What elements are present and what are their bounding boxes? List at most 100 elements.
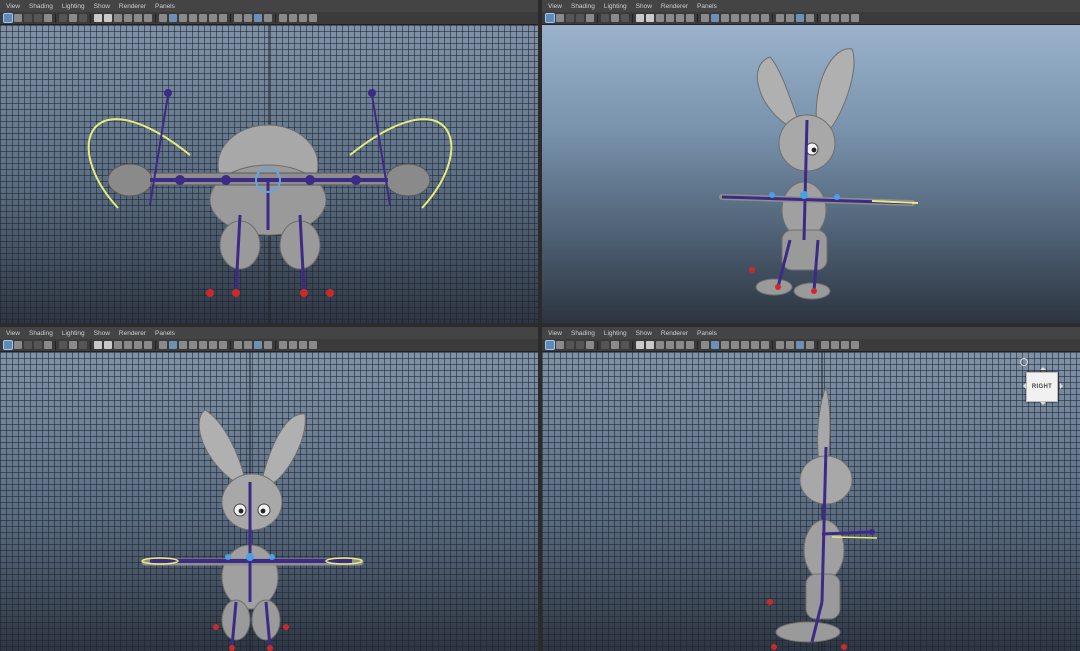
- resolution-gate-icon[interactable]: [646, 341, 654, 349]
- menu-renderer[interactable]: Renderer: [661, 3, 688, 10]
- menu-shading[interactable]: Shading: [29, 3, 53, 10]
- shadows-icon[interactable]: [761, 341, 769, 349]
- film-gate-icon[interactable]: [636, 14, 644, 22]
- 2d-pan-zoom-icon[interactable]: [59, 341, 67, 349]
- film-gate-icon[interactable]: [636, 341, 644, 349]
- multisample-aa-icon[interactable]: [796, 341, 804, 349]
- safe-action-icon[interactable]: [676, 14, 684, 22]
- use-all-lights-icon[interactable]: [751, 341, 759, 349]
- gate-mask-icon[interactable]: [656, 341, 664, 349]
- xray-joints-icon[interactable]: [299, 14, 307, 22]
- menu-renderer[interactable]: Renderer: [661, 330, 688, 337]
- wireframe-icon[interactable]: [701, 14, 709, 22]
- use-all-lights-icon[interactable]: [751, 14, 759, 22]
- safe-title-icon[interactable]: [144, 14, 152, 22]
- use-all-lights-icon[interactable]: [209, 341, 217, 349]
- field-chart-icon[interactable]: [666, 341, 674, 349]
- gate-mask-icon[interactable]: [656, 14, 664, 22]
- 2d-pan-zoom-icon[interactable]: [601, 14, 609, 22]
- textured-icon[interactable]: [199, 14, 207, 22]
- use-all-lights-icon[interactable]: [209, 14, 217, 22]
- view-cube-up-arrow-icon[interactable]: [1040, 364, 1046, 370]
- lock-camera-icon[interactable]: [556, 14, 564, 22]
- motion-blur-icon[interactable]: [786, 14, 794, 22]
- view-cube-right-arrow-icon[interactable]: [1060, 383, 1066, 389]
- xray-components-icon[interactable]: [851, 14, 859, 22]
- menu-renderer[interactable]: Renderer: [119, 3, 146, 10]
- camera-attributes-icon[interactable]: [24, 341, 32, 349]
- textured-icon[interactable]: [741, 341, 749, 349]
- grid-icon[interactable]: [79, 341, 87, 349]
- viewport-bottom-right[interactable]: View Shading Lighting Show Renderer Pane…: [542, 327, 1080, 651]
- viewport-top-left[interactable]: View Shading Lighting Show Renderer Pane…: [0, 0, 538, 323]
- wireframe-on-shaded-icon[interactable]: [731, 14, 739, 22]
- default-material-icon[interactable]: [721, 341, 729, 349]
- xray-components-icon[interactable]: [309, 14, 317, 22]
- multisample-aa-icon[interactable]: [796, 14, 804, 22]
- wireframe-icon[interactable]: [701, 341, 709, 349]
- smooth-shade-icon[interactable]: [711, 341, 719, 349]
- camera-attributes-icon[interactable]: [24, 14, 32, 22]
- menu-show[interactable]: Show: [636, 330, 652, 337]
- grid-icon[interactable]: [621, 14, 629, 22]
- grid-icon[interactable]: [79, 14, 87, 22]
- menu-shading[interactable]: Shading: [571, 3, 595, 10]
- shadows-icon[interactable]: [219, 14, 227, 22]
- perspective-viewport[interactable]: [542, 25, 1080, 323]
- safe-action-icon[interactable]: [676, 341, 684, 349]
- xray-components-icon[interactable]: [309, 341, 317, 349]
- depth-of-field-icon[interactable]: [806, 341, 814, 349]
- xray-components-icon[interactable]: [851, 341, 859, 349]
- menu-lighting[interactable]: Lighting: [62, 330, 85, 337]
- image-plane-icon[interactable]: [44, 341, 52, 349]
- camera-attributes-icon[interactable]: [566, 341, 574, 349]
- depth-of-field-icon[interactable]: [806, 14, 814, 22]
- image-plane-icon[interactable]: [44, 14, 52, 22]
- shadows-icon[interactable]: [219, 341, 227, 349]
- default-material-icon[interactable]: [721, 14, 729, 22]
- menu-view[interactable]: View: [548, 330, 562, 337]
- select-camera-icon[interactable]: [545, 13, 555, 23]
- motion-blur-icon[interactable]: [786, 341, 794, 349]
- isolate-select-icon[interactable]: [821, 341, 829, 349]
- camera-attributes-icon[interactable]: [566, 14, 574, 22]
- resolution-gate-icon[interactable]: [646, 14, 654, 22]
- grease-pencil-icon[interactable]: [69, 341, 77, 349]
- wireframe-on-shaded-icon[interactable]: [731, 341, 739, 349]
- depth-of-field-icon[interactable]: [264, 341, 272, 349]
- isolate-select-icon[interactable]: [279, 14, 287, 22]
- smooth-shade-icon[interactable]: [169, 14, 177, 22]
- view-cube-home-icon[interactable]: [1020, 358, 1028, 366]
- safe-title-icon[interactable]: [144, 341, 152, 349]
- safe-title-icon[interactable]: [686, 14, 694, 22]
- screen-space-ao-icon[interactable]: [776, 341, 784, 349]
- bookmarks-icon[interactable]: [576, 14, 584, 22]
- image-plane-icon[interactable]: [586, 341, 594, 349]
- view-cube-down-arrow-icon[interactable]: [1040, 402, 1046, 408]
- motion-blur-icon[interactable]: [244, 341, 252, 349]
- safe-action-icon[interactable]: [134, 14, 142, 22]
- depth-of-field-icon[interactable]: [264, 14, 272, 22]
- menu-panels[interactable]: Panels: [155, 3, 175, 10]
- bookmarks-icon[interactable]: [576, 341, 584, 349]
- lock-camera-icon[interactable]: [14, 14, 22, 22]
- grease-pencil-icon[interactable]: [611, 341, 619, 349]
- grease-pencil-icon[interactable]: [611, 14, 619, 22]
- default-material-icon[interactable]: [179, 14, 187, 22]
- resolution-gate-icon[interactable]: [104, 341, 112, 349]
- top-view-viewport[interactable]: [0, 25, 538, 323]
- multisample-aa-icon[interactable]: [254, 341, 262, 349]
- menu-show[interactable]: Show: [636, 3, 652, 10]
- film-gate-icon[interactable]: [94, 14, 102, 22]
- field-chart-icon[interactable]: [666, 14, 674, 22]
- image-plane-icon[interactable]: [586, 14, 594, 22]
- menu-view[interactable]: View: [548, 3, 562, 10]
- motion-blur-icon[interactable]: [244, 14, 252, 22]
- menu-panels[interactable]: Panels: [697, 3, 717, 10]
- menu-shading[interactable]: Shading: [29, 330, 53, 337]
- textured-icon[interactable]: [741, 14, 749, 22]
- wireframe-on-shaded-icon[interactable]: [189, 14, 197, 22]
- wireframe-on-shaded-icon[interactable]: [189, 341, 197, 349]
- shadows-icon[interactable]: [761, 14, 769, 22]
- xray-joints-icon[interactable]: [841, 14, 849, 22]
